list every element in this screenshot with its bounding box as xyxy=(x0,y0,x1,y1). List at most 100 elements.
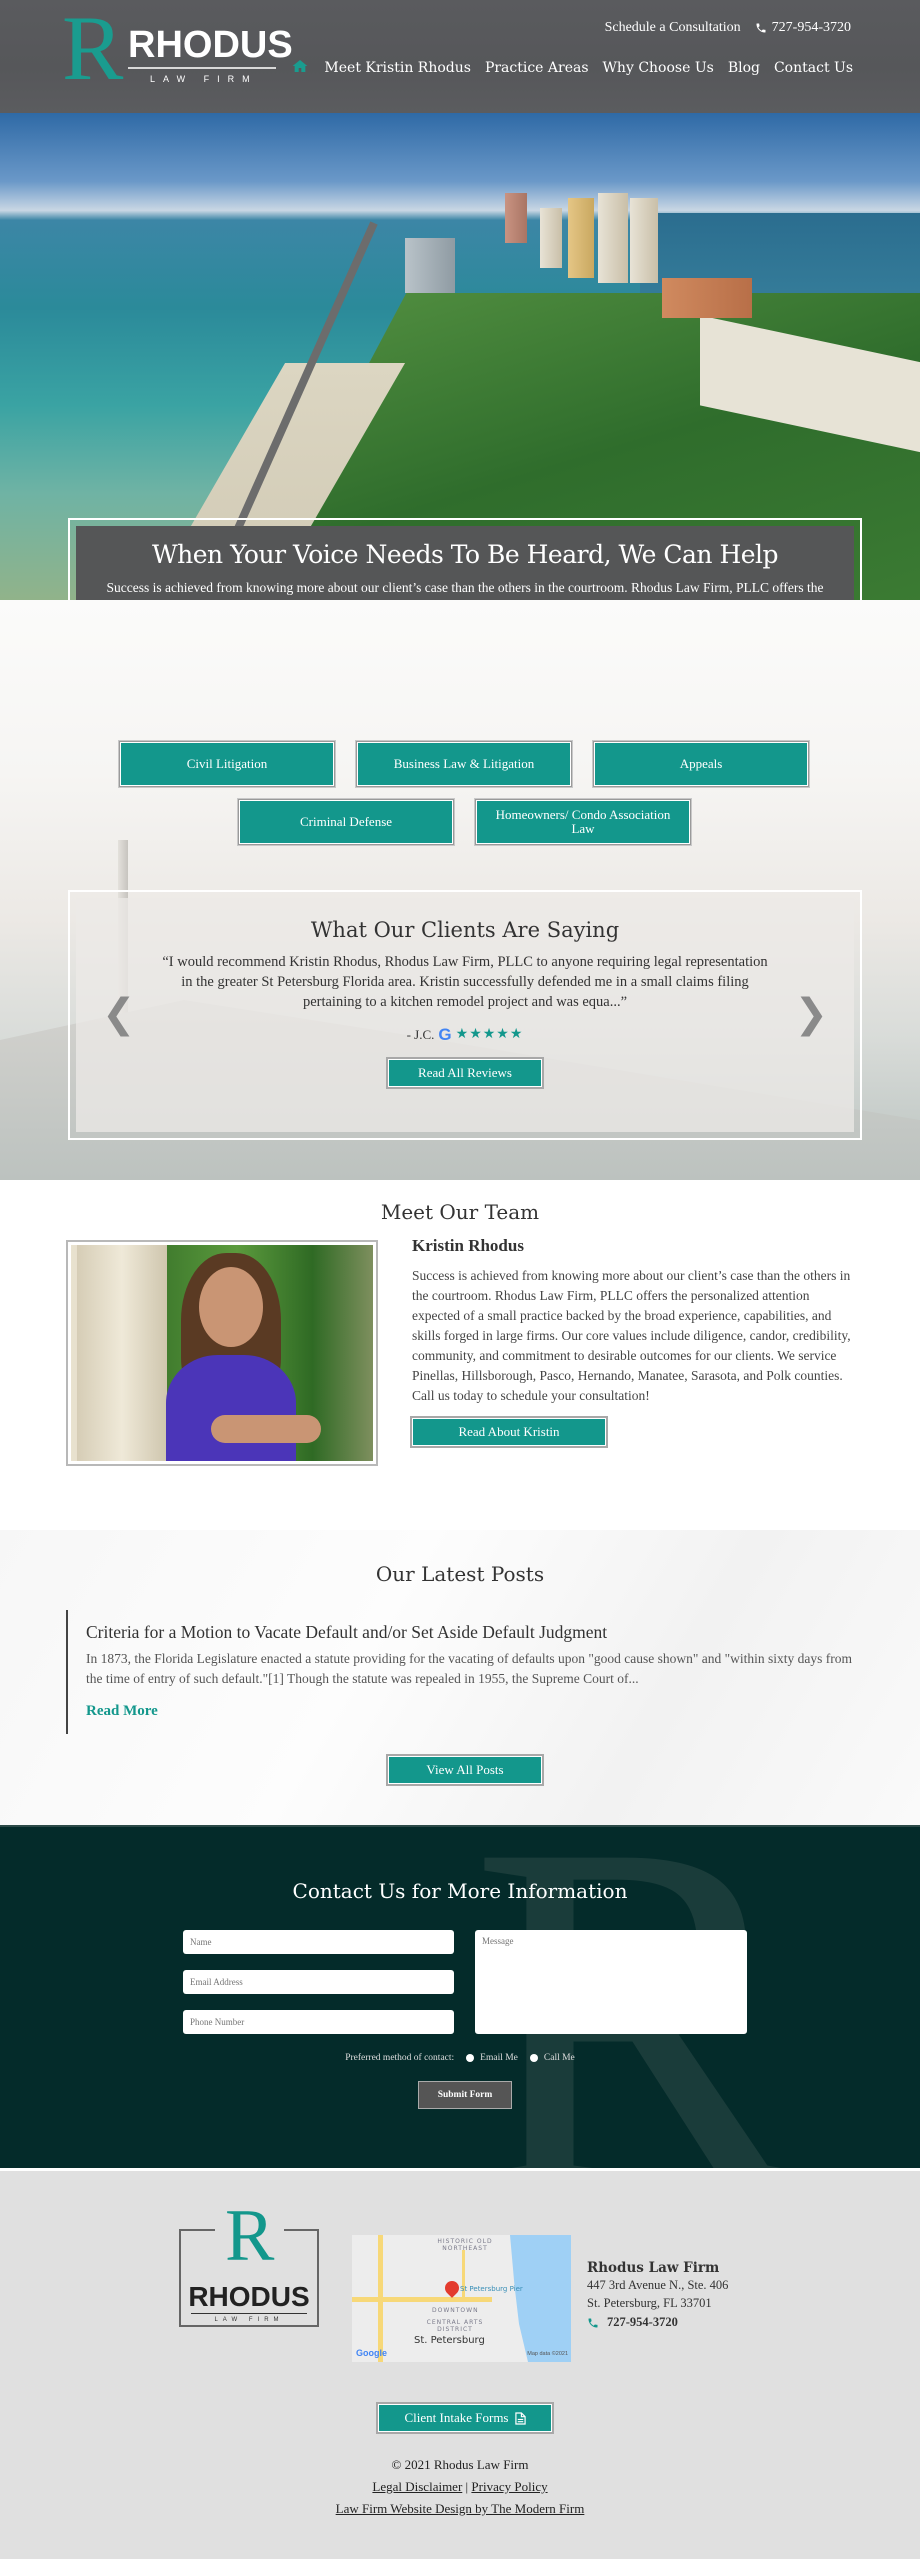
footer-address: Rhodus Law Firm 447 3rd Avenue N., Ste. … xyxy=(587,2260,728,2330)
preferred-contact-row: Preferred method of contact: Email Me Ca… xyxy=(0,2053,920,2063)
contact-section: R Contact Us for More Information Prefer… xyxy=(0,1825,920,2168)
map-label-city: St. Petersburg xyxy=(414,2335,485,2346)
map-road xyxy=(352,2297,492,2302)
call-me-radio[interactable] xyxy=(529,2054,538,2062)
hero-building xyxy=(405,238,455,293)
footer-logo-rule xyxy=(191,2313,307,2314)
map-water xyxy=(510,2235,571,2362)
kristin-photo xyxy=(71,1245,373,1461)
team-section: Meet Our Team Kristin Rhodus Success is … xyxy=(0,1180,920,1530)
footer-logo-letter: R xyxy=(215,2199,285,2273)
practice-condo-association[interactable]: Homeowners/ Condo Association Law xyxy=(475,799,691,845)
email-input[interactable] xyxy=(183,1970,454,1994)
rating-stars: ★★★★★ xyxy=(455,1027,524,1042)
phone-icon xyxy=(588,2318,598,2327)
practice-testimonial-band: Civil Litigation Business Law & Litigati… xyxy=(0,600,920,1180)
document-icon xyxy=(514,2411,526,2425)
testimonial-prev-icon[interactable]: ❮ xyxy=(102,994,136,1034)
testimonial-quote: “I would recommend Kristin Rhodus, Rhodu… xyxy=(162,954,768,1010)
site-logo[interactable]: R RHODUS LAW FIRM xyxy=(62,2,293,96)
hero-building xyxy=(630,198,658,283)
hero-building xyxy=(662,278,752,318)
posts-title: Our Latest Posts xyxy=(375,1562,545,1586)
intro-title: When Your Voice Needs To Be Heard, We Ca… xyxy=(151,540,779,569)
footer-logo-subtitle: LAW FIRM xyxy=(214,2317,284,2323)
team-info: Kristin Rhodus Success is achieved from … xyxy=(412,1236,852,1446)
header-phone-number: 727-954-3720 xyxy=(771,20,851,35)
schedule-consultation-link[interactable]: Schedule a Consultation xyxy=(605,20,741,36)
map-label-northeast: HISTORIC OLD NORTHEAST xyxy=(437,2238,493,2252)
post-item: Criteria for a Motion to Vacate Default … xyxy=(66,1610,856,1734)
read-more-link[interactable]: Read More xyxy=(86,1703,158,1720)
site-footer: R RHODUS LAW FIRM HISTORIC OLD NORTHEAST… xyxy=(0,2168,920,2559)
read-all-reviews-button[interactable]: Read All Reviews xyxy=(388,1059,542,1087)
copyright: © 2021 Rhodus Law Firm xyxy=(391,2457,529,2472)
header-phone-link[interactable]: 727-954-3720 xyxy=(755,20,851,36)
hero-building xyxy=(505,193,527,243)
nav-meet-kristin[interactable]: Meet Kristin Rhodus xyxy=(324,60,471,76)
logo-word: RHODUS xyxy=(128,24,293,66)
photo-dress xyxy=(166,1355,296,1461)
message-textarea[interactable] xyxy=(475,1930,747,2034)
map-label-arts-district: CENTRAL ARTS DISTRICT xyxy=(426,2319,484,2333)
testimonial-author: - J.C. xyxy=(406,1026,435,1042)
team-member-name: Kristin Rhodus xyxy=(412,1236,524,1255)
location-map[interactable]: HISTORIC OLD NORTHEAST St Petersburg Pie… xyxy=(352,2235,571,2362)
footer-logo[interactable]: R RHODUS LAW FIRM xyxy=(179,2199,319,2327)
footer-logo-word: RHODUS xyxy=(188,2281,310,2312)
home-icon xyxy=(293,60,308,72)
practice-civil-litigation[interactable]: Civil Litigation xyxy=(119,741,335,787)
submit-form-button[interactable]: Submit Form xyxy=(418,2081,512,2109)
photo-pillar xyxy=(77,1245,167,1461)
footer-address-line2: St. Petersburg, FL 33701 xyxy=(587,2296,712,2310)
client-intake-forms-label: Client Intake Forms xyxy=(404,2410,509,2425)
privacy-policy-link[interactable]: Privacy Policy xyxy=(471,2479,547,2494)
team-member-bio: Success is achieved from knowing more ab… xyxy=(412,1268,851,1403)
header-topline: Schedule a Consultation 727-954-3720 xyxy=(605,20,851,36)
post-title[interactable]: Criteria for a Motion to Vacate Default … xyxy=(86,1622,856,1643)
footer-phone-number: 727-954-3720 xyxy=(607,2315,678,2329)
practice-criminal-defense[interactable]: Criminal Defense xyxy=(238,799,454,845)
testimonial-next-icon[interactable]: ❯ xyxy=(794,994,828,1034)
nav-practice-areas[interactable]: Practice Areas xyxy=(485,60,589,76)
hero-building xyxy=(540,208,562,268)
nav-contact-us[interactable]: Contact Us xyxy=(774,60,853,76)
team-photo-frame xyxy=(66,1240,378,1466)
testimonial-box: ❮ ❯ What Our Clients Are Saying “I would… xyxy=(76,898,854,1132)
nav-home[interactable] xyxy=(292,58,310,77)
link-separator: | xyxy=(465,2479,469,2494)
map-label-downtown: DOWNTOWN xyxy=(432,2307,479,2314)
preferred-contact-label: Preferred method of contact: xyxy=(345,2053,455,2063)
practice-appeals[interactable]: Appeals xyxy=(593,741,809,787)
phone-input[interactable] xyxy=(183,2010,454,2034)
map-label-pier: St Petersburg Pier xyxy=(460,2285,523,2293)
map-road xyxy=(378,2235,383,2362)
practice-business-law[interactable]: Business Law & Litigation xyxy=(356,741,572,787)
email-me-label[interactable]: Email Me xyxy=(480,2053,518,2063)
client-intake-forms-button[interactable]: Client Intake Forms xyxy=(378,2404,552,2432)
testimonials-title: What Our Clients Are Saying xyxy=(310,918,620,942)
nav-why-choose-us[interactable]: Why Choose Us xyxy=(603,60,714,76)
post-excerpt: In 1873, the Florida Legislature enacted… xyxy=(86,1651,852,1686)
google-logo: Google xyxy=(356,2348,387,2358)
email-me-radio[interactable] xyxy=(466,2054,475,2062)
read-about-kristin-button[interactable]: Read About Kristin xyxy=(412,1418,606,1446)
hero-building xyxy=(568,198,594,278)
view-all-posts-button[interactable]: View All Posts xyxy=(388,1756,542,1784)
site-header: R RHODUS LAW FIRM Schedule a Consultatio… xyxy=(0,0,920,113)
call-me-label[interactable]: Call Me xyxy=(544,2053,575,2063)
footer-phone-link[interactable]: 727-954-3720 xyxy=(587,2315,728,2330)
nav-blog[interactable]: Blog xyxy=(728,60,760,76)
legal-disclaimer-link[interactable]: Legal Disclaimer xyxy=(372,2479,462,2494)
map-pin-icon xyxy=(442,2278,462,2298)
name-input[interactable] xyxy=(183,1930,454,1954)
hero-building xyxy=(598,193,628,283)
footer-address-line1: 447 3rd Avenue N., Ste. 406 xyxy=(587,2278,729,2292)
latest-posts-section: Our Latest Posts Criteria for a Motion t… xyxy=(0,1530,920,1825)
designer-credit-link[interactable]: Law Firm Website Design by The Modern Fi… xyxy=(336,2501,585,2516)
logo-letter: R xyxy=(62,0,124,99)
contact-title: Contact Us for More Information xyxy=(292,1879,628,1903)
logo-rule xyxy=(128,67,276,69)
google-icon: G xyxy=(438,1025,452,1044)
team-title: Meet Our Team xyxy=(380,1200,540,1224)
